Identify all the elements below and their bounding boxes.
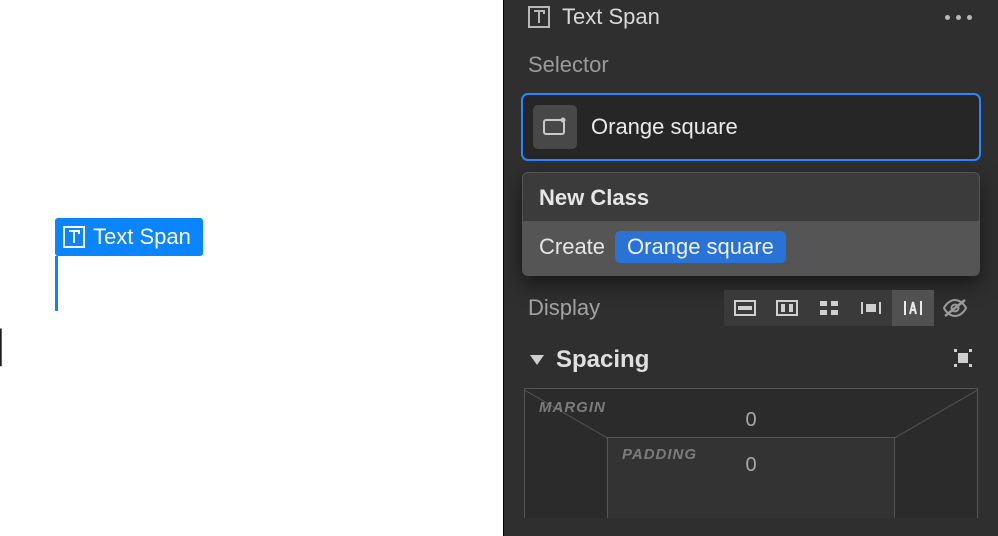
inline-block-icon bbox=[860, 300, 882, 316]
selector-dropdown: New Class Create Orange square bbox=[522, 172, 980, 276]
padding-top-value[interactable]: 0 bbox=[745, 454, 756, 477]
canvas-viewport[interactable]: e . It's d over it will v to Text Span bbox=[0, 0, 503, 536]
spacing-title: Spacing bbox=[556, 346, 649, 374]
block-icon bbox=[734, 300, 756, 316]
grid-icon bbox=[819, 300, 839, 316]
selector-value: Orange square bbox=[591, 114, 738, 140]
margin-label: MARGIN bbox=[539, 399, 606, 416]
display-label: Display bbox=[528, 295, 600, 321]
inline-icon bbox=[902, 299, 924, 317]
style-panel: Text Span Selector Orange square New Cla… bbox=[503, 0, 998, 536]
selector-label: Selector bbox=[528, 52, 976, 78]
padding-ring[interactable]: PADDING 0 bbox=[607, 437, 895, 518]
text-cursor bbox=[55, 256, 58, 311]
display-block-button[interactable] bbox=[724, 290, 766, 326]
margin-top-value[interactable]: 0 bbox=[745, 409, 756, 432]
create-class-option[interactable]: Create Orange square bbox=[523, 221, 979, 275]
display-hidden-button[interactable] bbox=[934, 290, 976, 326]
spacing-section-header[interactable]: Spacing bbox=[522, 336, 980, 388]
new-class-name-chip: Orange square bbox=[615, 231, 786, 263]
display-inline-block-button[interactable] bbox=[850, 290, 892, 326]
expand-icon bbox=[952, 347, 974, 369]
display-inline-button[interactable] bbox=[892, 290, 934, 326]
create-label: Create bbox=[539, 234, 605, 260]
panel-header: Text Span bbox=[504, 0, 998, 52]
expand-spacing-button[interactable] bbox=[952, 347, 974, 374]
display-grid-button[interactable] bbox=[808, 290, 850, 326]
box-model-editor[interactable]: MARGIN 0 PADDING 0 bbox=[524, 388, 978, 518]
element-type-label: Text Span bbox=[562, 4, 660, 30]
display-button-group bbox=[724, 290, 976, 326]
display-flex-button[interactable] bbox=[766, 290, 808, 326]
new-class-heading: New Class bbox=[523, 173, 979, 221]
eye-off-icon bbox=[942, 299, 968, 317]
selector-input[interactable]: Orange square bbox=[522, 94, 980, 160]
text-span-icon bbox=[528, 6, 550, 28]
text-span-icon bbox=[63, 226, 85, 248]
breakpoint-icon[interactable] bbox=[533, 105, 577, 149]
canvas-text[interactable]: e . It's d over it will v to bbox=[0, 252, 360, 447]
selection-tag[interactable]: Text Span bbox=[55, 218, 203, 256]
flex-icon bbox=[776, 300, 798, 316]
more-options-button[interactable] bbox=[945, 15, 974, 20]
display-section: Display bbox=[522, 276, 980, 336]
selection-tag-label: Text Span bbox=[93, 224, 191, 250]
margin-ring[interactable]: MARGIN 0 PADDING 0 bbox=[524, 388, 978, 518]
padding-label: PADDING bbox=[622, 446, 697, 463]
chevron-down-icon bbox=[530, 355, 544, 365]
